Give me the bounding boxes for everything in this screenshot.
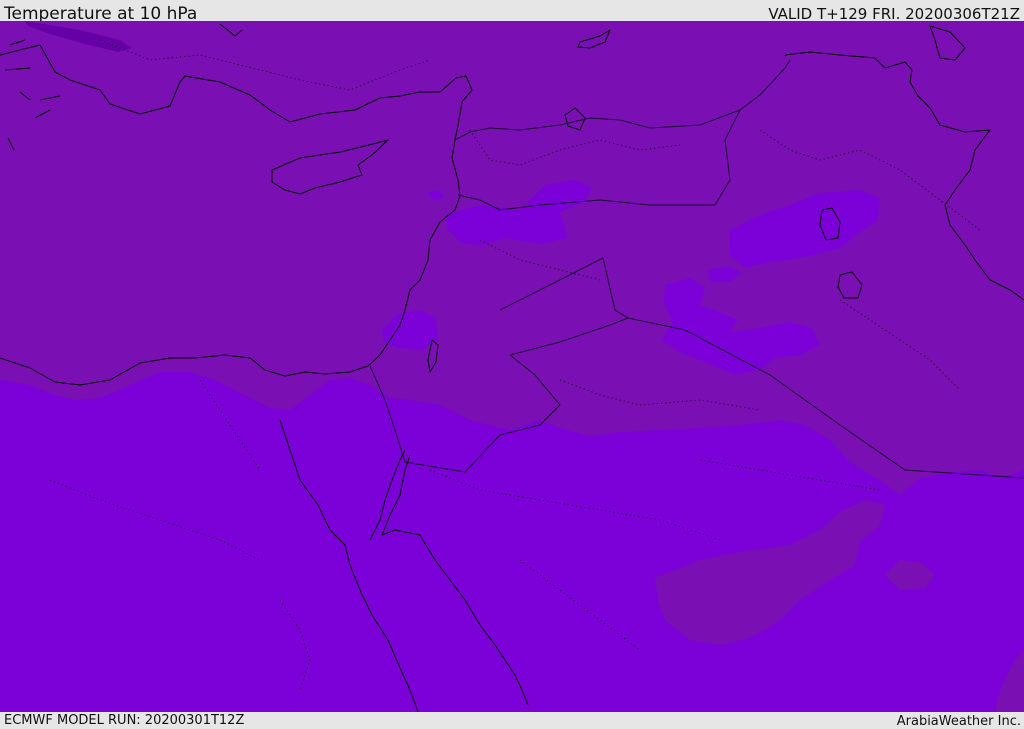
model-run-label: ECMWF MODEL RUN: 20200301T12Z: [4, 713, 245, 728]
valid-time-label: VALID T+129 FRI. 20200306T21Z: [768, 5, 1020, 23]
weather-map[interactable]: [0, 21, 1024, 712]
header-bar: Temperature at 10 hPa VALID T+129 FRI. 2…: [0, 0, 1024, 23]
footer-bar: ECMWF MODEL RUN: 20200301T12Z ArabiaWeat…: [0, 712, 1024, 729]
map-area[interactable]: [0, 21, 1024, 712]
brand-label: ArabiaWeather Inc.: [896, 714, 1021, 729]
